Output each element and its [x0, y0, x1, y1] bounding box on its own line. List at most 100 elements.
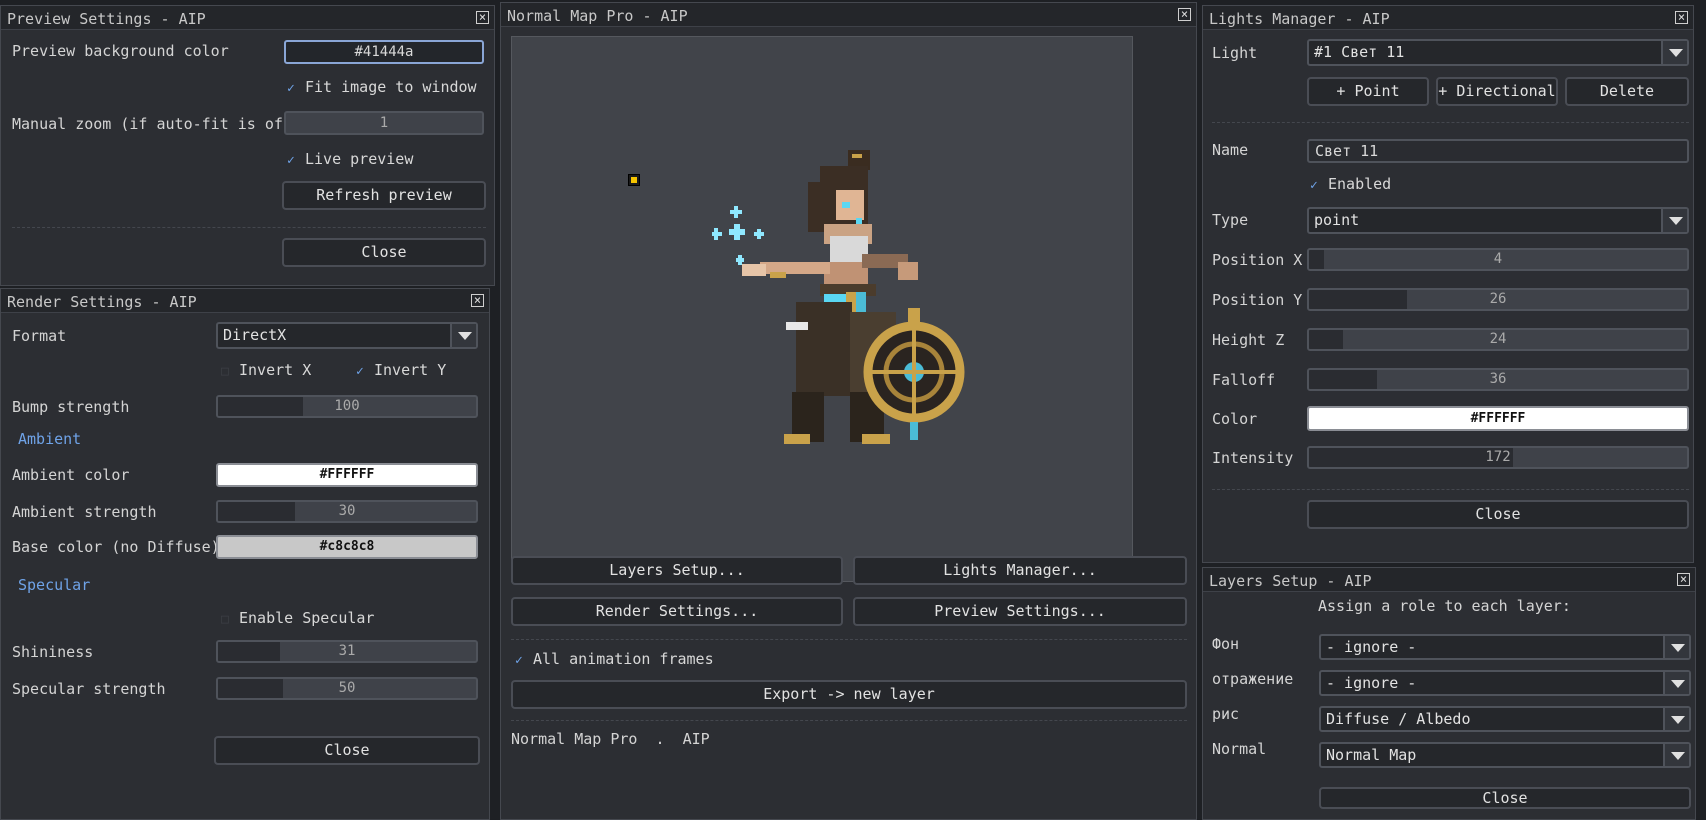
invert-y-label: Invert Y	[374, 361, 447, 379]
layer-role-select[interactable]: Diffuse / Albedo	[1319, 706, 1691, 732]
intensity-slider[interactable]: 172	[1307, 446, 1689, 469]
light-type-value: point	[1314, 211, 1360, 229]
layers-instruction: Assign a role to each layer:	[1318, 597, 1571, 615]
separator	[511, 720, 1187, 721]
type-label: Type	[1212, 211, 1249, 229]
enable-specular-checkbox[interactable]: □ Enable Specular	[221, 609, 374, 627]
light-select-value: #1 Свет 11	[1314, 43, 1405, 61]
chevron-down-icon[interactable]	[1663, 708, 1689, 730]
delete-light-button[interactable]: Delete	[1565, 77, 1689, 106]
separator	[511, 639, 1187, 640]
layer-role-select[interactable]: - ignore -	[1319, 670, 1691, 696]
checkmark-icon: ✓	[1310, 178, 1318, 193]
base-color-swatch[interactable]: #c8c8c8	[216, 535, 478, 559]
layer-role-select[interactable]: Normal Map	[1319, 742, 1691, 768]
footer-text: Normal Map Pro . AIP	[511, 730, 710, 748]
checkmark-icon: ✓	[287, 81, 295, 96]
chevron-down-icon[interactable]	[1663, 672, 1689, 694]
ambient-color-label: Ambient color	[12, 466, 130, 484]
export-button[interactable]: Export -> new layer	[511, 680, 1187, 709]
render-settings-button[interactable]: Render Settings...	[511, 597, 843, 626]
close-icon[interactable]: ×	[471, 294, 484, 307]
base-color-label: Base color (no Diffuse)	[12, 538, 220, 556]
chevron-down-icon[interactable]	[1663, 744, 1689, 766]
light-type-select[interactable]: point	[1307, 207, 1689, 234]
ambient-section-header: Ambient	[18, 430, 82, 448]
height-z-slider[interactable]: 24	[1307, 328, 1689, 351]
light-select[interactable]: #1 Свет 11	[1307, 39, 1689, 66]
enabled-checkbox[interactable]: ✓ Enabled	[1310, 175, 1391, 193]
preview-settings-titlebar[interactable]: Preview Settings - AIP ×	[1, 6, 494, 30]
layer-role-value: - ignore -	[1326, 674, 1417, 692]
window-title: Layers Setup - AIP	[1209, 572, 1372, 590]
specular-strength-slider[interactable]: 50	[216, 677, 478, 700]
checkmark-icon: ✓	[515, 653, 523, 668]
layers-close-button[interactable]: Close	[1319, 787, 1691, 809]
specular-strength-label: Specular strength	[12, 680, 166, 698]
add-point-light-button[interactable]: + Point	[1307, 77, 1429, 106]
lights-close-button[interactable]: Close	[1307, 500, 1689, 529]
add-directional-light-button[interactable]: + Directional	[1436, 77, 1558, 106]
close-icon[interactable]: ×	[1677, 573, 1690, 586]
falloff-label: Falloff	[1212, 371, 1276, 389]
all-frames-checkbox[interactable]: ✓ All animation frames	[515, 650, 714, 668]
window-title: Lights Manager - AIP	[1209, 10, 1390, 28]
light-name-input[interactable]: Свет 11	[1307, 139, 1689, 163]
window-title: Render Settings - AIP	[7, 293, 197, 311]
position-y-label: Position Y	[1212, 291, 1303, 309]
lights-manager-button[interactable]: Lights Manager...	[853, 556, 1187, 585]
preview-settings-button[interactable]: Preview Settings...	[853, 597, 1187, 626]
live-preview-checkbox[interactable]: ✓ Live preview	[287, 150, 413, 168]
layer-role-value: - ignore -	[1326, 638, 1417, 656]
invert-y-checkbox[interactable]: ✓ Invert Y	[356, 361, 446, 379]
fit-to-window-checkbox[interactable]: ✓ Fit image to window	[287, 78, 477, 96]
position-y-slider[interactable]: 26	[1307, 288, 1689, 311]
layer-role-select[interactable]: - ignore -	[1319, 634, 1691, 660]
close-icon[interactable]: ×	[1675, 11, 1688, 24]
zoom-slider[interactable]: 1	[284, 111, 484, 135]
light-color-swatch[interactable]: #FFFFFF	[1307, 406, 1689, 431]
preview-close-button[interactable]: Close	[282, 238, 486, 267]
position-x-slider[interactable]: 4	[1307, 248, 1689, 271]
lights-manager-titlebar[interactable]: Lights Manager - AIP ×	[1203, 6, 1693, 30]
format-select[interactable]: DirectX	[216, 322, 478, 349]
shininess-slider[interactable]: 31	[216, 640, 478, 663]
render-close-button[interactable]: Close	[214, 736, 480, 765]
lights-manager-window: Lights Manager - AIP × Light #1 Свет 11 …	[1202, 5, 1694, 563]
invert-x-checkbox[interactable]: □ Invert X	[221, 361, 311, 379]
character-sprite	[712, 150, 965, 444]
separator	[1212, 489, 1689, 490]
refresh-preview-button[interactable]: Refresh preview	[282, 181, 486, 210]
layer-row-label: рис	[1212, 705, 1240, 723]
main-titlebar[interactable]: Normal Map Pro - AIP ×	[501, 3, 1196, 27]
name-label: Name	[1212, 141, 1249, 159]
window-title: Normal Map Pro - AIP	[507, 7, 688, 25]
layers-setup-button[interactable]: Layers Setup...	[511, 556, 843, 585]
invert-x-label: Invert X	[239, 361, 312, 379]
falloff-slider[interactable]: 36	[1307, 368, 1689, 391]
format-value: DirectX	[223, 326, 287, 344]
close-icon[interactable]: ×	[1178, 8, 1191, 21]
light-marker[interactable]	[628, 174, 640, 186]
chevron-down-icon[interactable]	[450, 324, 476, 347]
chevron-down-icon[interactable]	[1661, 41, 1687, 64]
bump-strength-slider[interactable]: 100	[216, 395, 478, 418]
color-label: Color	[1212, 410, 1258, 428]
render-settings-titlebar[interactable]: Render Settings - AIP ×	[1, 289, 489, 313]
preview-canvas[interactable]	[511, 36, 1133, 582]
height-z-value: 24	[1489, 331, 1507, 347]
close-icon[interactable]: ×	[476, 11, 489, 24]
bg-color-field[interactable]: #41444a	[284, 40, 484, 64]
chevron-down-icon[interactable]	[1663, 636, 1689, 658]
layer-row-label: Фон	[1212, 635, 1240, 653]
format-label: Format	[12, 327, 67, 345]
ambient-strength-slider[interactable]: 30	[216, 500, 478, 523]
chevron-down-icon[interactable]	[1661, 209, 1687, 232]
ambient-strength-label: Ambient strength	[12, 503, 157, 521]
ambient-color-swatch[interactable]: #FFFFFF	[216, 463, 478, 487]
layers-setup-titlebar[interactable]: Layers Setup - AIP ×	[1203, 568, 1695, 592]
layer-role-value: Normal Map	[1326, 746, 1417, 764]
checkmark-icon: ✓	[287, 153, 295, 168]
separator	[12, 227, 486, 228]
live-preview-label: Live preview	[305, 150, 414, 168]
